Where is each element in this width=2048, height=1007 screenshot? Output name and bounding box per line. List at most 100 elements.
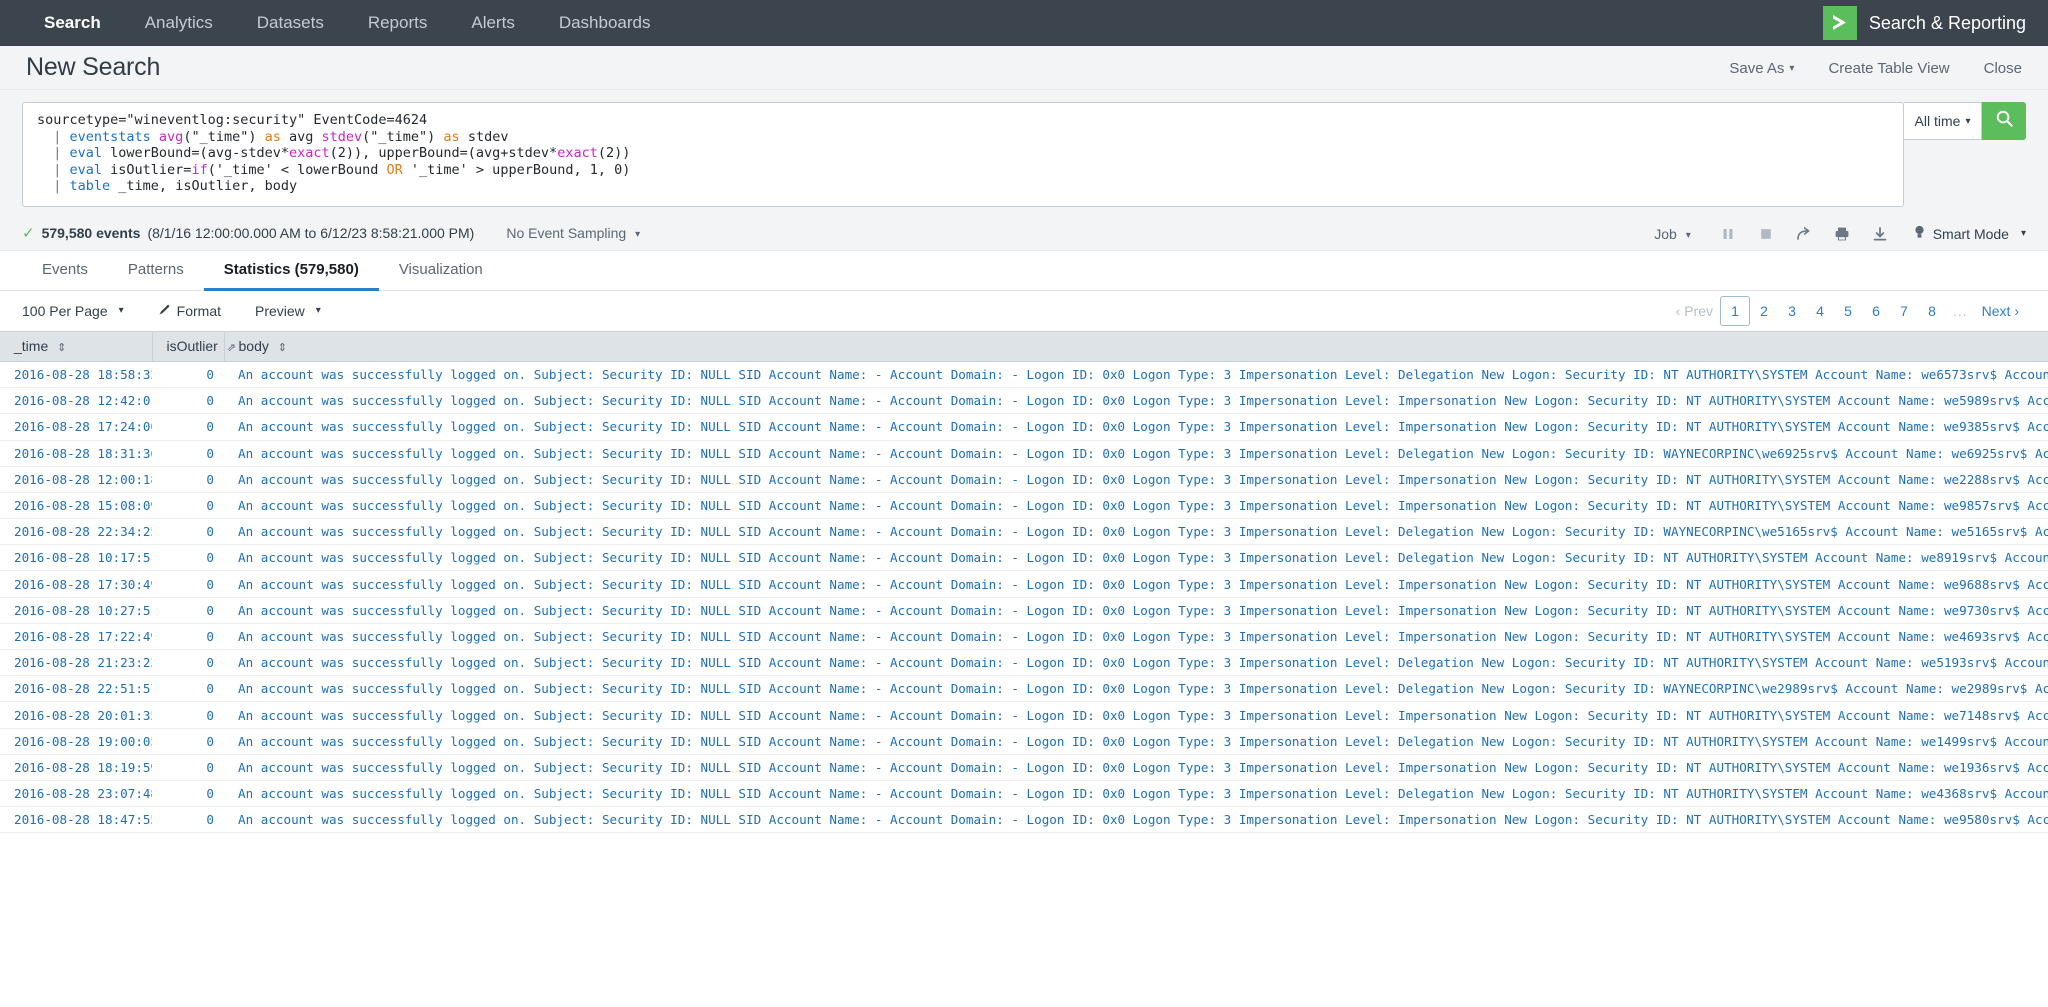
cell-isoutlier[interactable]: 0: [152, 387, 224, 415]
cell-body[interactable]: An account was successfully logged on. S…: [224, 728, 2048, 755]
stop-icon[interactable]: [1747, 217, 1785, 251]
cell-body[interactable]: An account was successfully logged on. S…: [224, 597, 2048, 624]
cell-body[interactable]: An account was successfully logged on. S…: [224, 544, 2048, 572]
close-button[interactable]: Close: [1984, 60, 2022, 77]
cell-body[interactable]: An account was successfully logged on. S…: [224, 492, 2048, 520]
job-dropdown[interactable]: Job ▾: [1654, 226, 1709, 242]
pagination-page-2[interactable]: 2: [1750, 297, 1778, 325]
cell-body[interactable]: An account was successfully logged on. S…: [224, 649, 2048, 677]
pause-icon[interactable]: [1709, 217, 1747, 251]
event-count-summary: ✓ 579,580 events (8/1/16 12:00:00.000 AM…: [22, 224, 474, 242]
cell-body[interactable]: An account was successfully logged on. S…: [224, 466, 2048, 493]
search-zone: sourcetype="wineventlog:security" EventC…: [0, 90, 2048, 217]
cell-time[interactable]: 2016-08-28 15:08:09: [0, 492, 152, 520]
cell-time[interactable]: 2016-08-28 23:07:48: [0, 780, 152, 808]
nav-item-analytics[interactable]: Analytics: [123, 0, 235, 46]
column-header-body[interactable]: body ⇕: [224, 330, 2048, 362]
create-table-view-button[interactable]: Create Table View: [1828, 60, 1949, 77]
pagination-page-8[interactable]: 8: [1918, 297, 1946, 325]
tab-events[interactable]: Events: [22, 261, 108, 291]
cell-time[interactable]: 2016-08-28 17:30:49: [0, 570, 152, 598]
cell-time[interactable]: 2016-08-28 10:17:51: [0, 544, 152, 572]
cell-time[interactable]: 2016-08-28 12:42:01: [0, 387, 152, 415]
cell-body[interactable]: An account was successfully logged on. S…: [224, 440, 2048, 467]
cell-body[interactable]: An account was successfully logged on. S…: [224, 413, 2048, 441]
search-submit-button[interactable]: [1982, 102, 2026, 140]
cell-body[interactable]: An account was successfully logged on. S…: [224, 623, 2048, 651]
per-page-dropdown[interactable]: 100 Per Page ▾: [22, 303, 124, 319]
nav-item-reports[interactable]: Reports: [346, 0, 450, 46]
cell-isoutlier[interactable]: 0: [152, 754, 224, 781]
cell-body[interactable]: An account was successfully logged on. S…: [224, 570, 2048, 598]
cell-isoutlier[interactable]: 0: [152, 466, 224, 493]
cell-time[interactable]: 2016-08-28 22:51:57: [0, 675, 152, 703]
chevron-down-icon: ▾: [315, 305, 321, 317]
tab-patterns[interactable]: Patterns: [108, 261, 204, 291]
cell-isoutlier[interactable]: 0: [152, 440, 224, 467]
cell-time[interactable]: 2016-08-28 22:34:25: [0, 518, 152, 546]
table-row: 2016-08-28 19:00:05 0 An account was succe…: [0, 728, 2048, 755]
cell-isoutlier[interactable]: 0: [152, 544, 224, 572]
cell-isoutlier[interactable]: 0: [152, 518, 224, 546]
cell-isoutlier[interactable]: 0: [152, 413, 224, 441]
cell-isoutlier[interactable]: 0: [152, 597, 224, 624]
cell-time[interactable]: 2016-08-28 18:47:55: [0, 806, 152, 834]
nav-item-alerts[interactable]: Alerts: [449, 0, 536, 46]
cell-isoutlier[interactable]: 0: [152, 492, 224, 520]
cell-body[interactable]: An account was successfully logged on. S…: [224, 780, 2048, 808]
cell-time[interactable]: 2016-08-28 17:24:00: [0, 413, 152, 441]
pagination-page-5[interactable]: 5: [1834, 297, 1862, 325]
pagination-page-1[interactable]: 1: [1719, 295, 1750, 326]
cell-isoutlier[interactable]: 0: [152, 780, 224, 808]
print-icon[interactable]: [1823, 217, 1861, 251]
cell-body[interactable]: An account was successfully logged on. S…: [224, 701, 2048, 729]
cell-isoutlier[interactable]: 0: [152, 361, 224, 389]
cell-isoutlier[interactable]: 0: [152, 728, 224, 755]
time-range-picker[interactable]: All time ▾: [1904, 102, 1982, 140]
cell-time[interactable]: 2016-08-28 20:01:35: [0, 701, 152, 729]
cell-time[interactable]: 2016-08-28 18:58:32: [0, 361, 152, 389]
cell-isoutlier[interactable]: 0: [152, 623, 224, 651]
cell-isoutlier[interactable]: 0: [152, 701, 224, 729]
search-mode-dropdown[interactable]: Smart Mode ▾: [1899, 225, 2026, 243]
page-header: New Search Save As ▾ Create Table View Clos…: [0, 46, 2048, 90]
cell-isoutlier[interactable]: 0: [152, 649, 224, 677]
event-sampling-dropdown[interactable]: No Event Sampling ▾: [506, 225, 640, 241]
cell-body[interactable]: An account was successfully logged on. S…: [224, 806, 2048, 834]
cell-body[interactable]: An account was successfully logged on. S…: [224, 361, 2048, 389]
cell-time[interactable]: 2016-08-28 17:22:49: [0, 623, 152, 651]
cell-body[interactable]: An account was successfully logged on. S…: [224, 387, 2048, 415]
cell-body[interactable]: An account was successfully logged on. S…: [224, 518, 2048, 546]
nav-item-search[interactable]: Search: [22, 0, 123, 46]
share-icon[interactable]: [1785, 217, 1823, 251]
nav-item-dashboards[interactable]: Dashboards: [537, 0, 673, 46]
pagination-page-4[interactable]: 4: [1806, 297, 1834, 325]
cell-time[interactable]: 2016-08-28 21:23:23: [0, 649, 152, 677]
cell-isoutlier[interactable]: 0: [152, 675, 224, 703]
pagination-page-6[interactable]: 6: [1862, 297, 1890, 325]
cell-time[interactable]: 2016-08-28 18:31:36: [0, 440, 152, 467]
pagination-page-3[interactable]: 3: [1778, 297, 1806, 325]
save-as-button[interactable]: Save As ▾: [1729, 60, 1794, 77]
cell-body[interactable]: An account was successfully logged on. S…: [224, 675, 2048, 703]
results-table: _time ⇕ isOutlier ⇗ body ⇕ 2016-08-28 18…: [0, 330, 2048, 834]
cell-body[interactable]: An account was successfully logged on. S…: [224, 754, 2048, 781]
search-query-input[interactable]: sourcetype="wineventlog:security" EventC…: [22, 102, 1904, 207]
table-row: 2016-08-28 15:08:09 0 An account was succe…: [0, 492, 2048, 520]
tab-statistics[interactable]: Statistics (579,580): [203, 261, 379, 291]
nav-item-datasets[interactable]: Datasets: [235, 0, 346, 46]
cell-isoutlier[interactable]: 0: [152, 570, 224, 598]
column-header-isoutlier[interactable]: isOutlier ⇗: [152, 330, 236, 362]
pagination-next[interactable]: Next ›: [1975, 297, 2026, 325]
tab-visualization[interactable]: Visualization: [379, 261, 503, 291]
cell-time[interactable]: 2016-08-28 10:27:51: [0, 597, 152, 624]
column-header-time[interactable]: _time ⇕: [0, 330, 153, 362]
pagination-page-7[interactable]: 7: [1890, 297, 1918, 325]
export-icon[interactable]: [1861, 217, 1899, 251]
cell-time[interactable]: 2016-08-28 18:19:59: [0, 754, 152, 781]
cell-time[interactable]: 2016-08-28 19:00:05: [0, 728, 152, 755]
format-button[interactable]: Format: [158, 303, 221, 319]
cell-time[interactable]: 2016-08-28 12:00:18: [0, 466, 152, 493]
cell-isoutlier[interactable]: 0: [152, 806, 224, 834]
preview-dropdown[interactable]: Preview ▾: [255, 303, 321, 319]
